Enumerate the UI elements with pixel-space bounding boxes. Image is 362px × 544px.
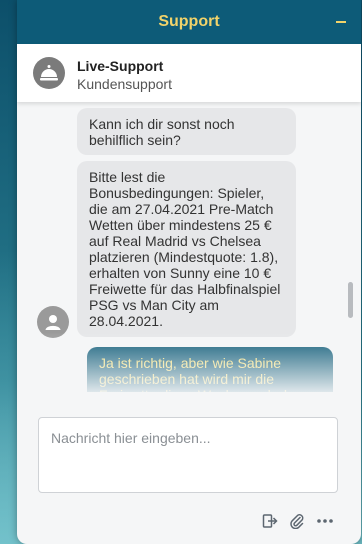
message-input[interactable] xyxy=(39,418,337,492)
minimize-button[interactable] xyxy=(329,10,353,34)
message-scrollbar[interactable] xyxy=(348,282,353,318)
message-list[interactable]: Kann ich dir sonst noch behilflich sein?… xyxy=(17,102,361,392)
agent-name: Live-Support xyxy=(77,58,164,74)
chat-header: Support xyxy=(17,0,361,44)
composer-toolbar xyxy=(261,512,334,530)
user-message: Ja ist richtig, aber wie Sabine geschrie… xyxy=(87,347,333,392)
message-input-box xyxy=(38,417,338,493)
agent-message: Bitte lest die Bonusbedingungen: Spieler… xyxy=(77,161,296,337)
exit-icon xyxy=(262,514,278,528)
minus-icon xyxy=(336,21,346,23)
agent-message: Kann ich dir sonst noch behilflich sein? xyxy=(77,108,296,155)
person-icon xyxy=(37,306,69,338)
attach-button[interactable] xyxy=(288,512,306,530)
bell-icon xyxy=(33,57,65,89)
more-icon xyxy=(317,519,333,523)
exit-chat-button[interactable] xyxy=(261,512,279,530)
support-chat-widget: Support Live-Support Kundensupport Kann … xyxy=(17,0,361,544)
agent-subtitle: Kundensupport xyxy=(77,76,172,92)
agent-info-bar: Live-Support Kundensupport xyxy=(17,44,361,102)
paperclip-icon xyxy=(290,514,304,529)
chat-title: Support xyxy=(158,13,220,30)
more-options-button[interactable] xyxy=(316,512,334,530)
